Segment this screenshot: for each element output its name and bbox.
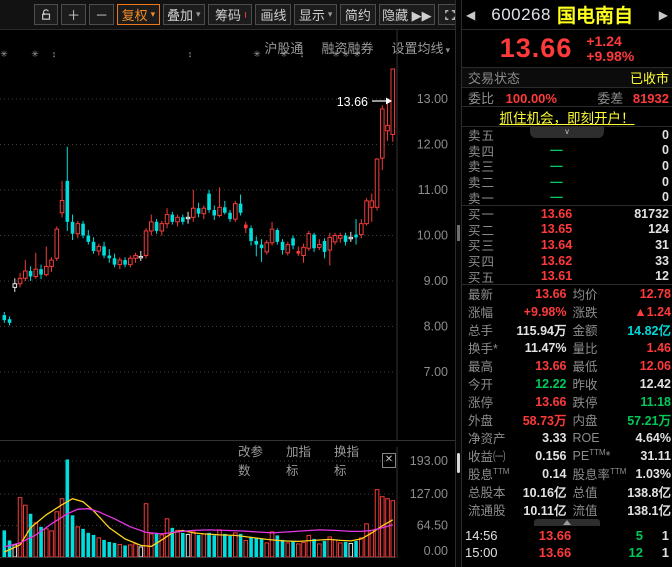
svg-text:0.00: 0.00	[424, 544, 448, 558]
stat-row: 总股本10.16亿总值138.8亿	[462, 483, 672, 501]
collapse-chevron-icon[interactable]: ∨	[530, 127, 604, 138]
svg-text:13.00: 13.00	[417, 92, 448, 106]
tick-row: 14:5613.6651	[462, 527, 672, 544]
buy-levels: 买一13.6681732买二13.65124买三13.6431买四13.6233…	[462, 206, 672, 284]
fuquan-button[interactable]: 复权▾	[117, 4, 159, 25]
svg-text:9.00: 9.00	[424, 274, 448, 288]
volume-chart[interactable]: 193.00 127.00 64.50 0.00	[0, 447, 455, 558]
chevron-down-icon: ▾	[151, 9, 156, 20]
display-button[interactable]: 显示▾	[294, 4, 336, 25]
chart-toolbar: ＋－复权▾叠加▾筹码画线显示▾简约隐藏 ▶▶	[0, 0, 462, 30]
level-row: 卖一—0	[462, 189, 672, 205]
stat-row: 涨停13.66跌停11.18	[462, 393, 672, 411]
quote-panel: ◀ 600268 国电南自 ▶ 13.66 +1.24 +9.98% 交易状态 …	[462, 0, 672, 567]
price-row: 13.66 +1.24 +9.98%	[462, 30, 672, 67]
panel-divider[interactable]	[455, 0, 462, 567]
svg-text:↕: ↕	[300, 49, 305, 59]
overlay-button[interactable]: 叠加▾	[163, 4, 205, 25]
stat-row: 最新13.66均价12.78	[462, 285, 672, 303]
svg-text:64.50: 64.50	[417, 519, 448, 533]
weibi-value: 100.00%	[506, 91, 557, 106]
level-row: 买五13.6112	[462, 268, 672, 284]
chevron-down-icon: ▾	[328, 9, 333, 20]
svg-text:✳: ✳	[280, 49, 288, 59]
weibi-row: 委比 100.00% 委差 81932	[462, 88, 672, 106]
svg-text:✳: ✳	[0, 49, 8, 59]
stats-grid: 最新13.66均价12.78涨幅+9.98%涨跌▲1.24总手115.94万金额…	[462, 285, 672, 519]
tick-list-handle[interactable]	[462, 519, 672, 527]
svg-text:✳: ✳	[353, 49, 361, 59]
svg-text:8.00: 8.00	[424, 320, 448, 334]
svg-text:11.00: 11.00	[418, 183, 448, 197]
trade-status-row: 交易状态 已收市	[462, 68, 672, 87]
change-percent: +9.98%	[586, 49, 634, 64]
stat-row: 最高13.66最低12.06	[462, 357, 672, 375]
svg-text:✳: ✳	[332, 49, 340, 59]
next-stock-arrow[interactable]: ▶	[657, 8, 670, 22]
stat-row: 涨幅+9.98%涨跌▲1.24	[462, 303, 672, 321]
last-price: 13.66	[500, 33, 573, 64]
chevron-down-icon: ▾	[196, 9, 201, 20]
weicha-value: 81932	[633, 91, 669, 106]
stat-row: 收益㈠0.156PETTM*31.11	[462, 447, 672, 465]
lock-button[interactable]	[34, 4, 58, 25]
weicha-label: 委差	[597, 91, 623, 106]
weibi-label: 委比	[468, 91, 494, 106]
svg-text:✳: ✳	[253, 49, 261, 59]
stat-row: 换手*11.47%量比1.46	[462, 339, 672, 357]
stat-row: 股息TTM0.14股息率TTM1.03%	[462, 465, 672, 483]
svg-text:✳: ✳	[342, 49, 350, 59]
divider-grip[interactable]	[457, 225, 460, 241]
quote-header: ◀ 600268 国电南自 ▶	[462, 0, 672, 29]
zoom-out-button[interactable]: －	[89, 4, 114, 25]
status-value: 已收市	[630, 68, 669, 87]
sell-levels: ∨ 卖五—0卖四—0卖三—0卖二—0卖一—0	[462, 127, 672, 205]
svg-text:✳: ✳	[31, 49, 39, 59]
price-change: +1.24 +9.98%	[586, 34, 634, 64]
stock-code: 600268	[491, 5, 551, 25]
stat-row: 外盘58.73万内盘57.21万	[462, 411, 672, 429]
triangle-up-icon	[563, 520, 571, 525]
stat-row: 净资产3.33ROE4.64%	[462, 429, 672, 447]
open-account-banner: 抓住机会，即刻开户！	[462, 107, 672, 126]
open-account-link[interactable]: 抓住机会，即刻开户！	[500, 107, 635, 127]
svg-text:↕: ↕	[188, 49, 193, 59]
stat-row: 总手115.94万金额14.82亿	[462, 321, 672, 339]
svg-text:12.00: 12.00	[417, 138, 448, 152]
svg-text:13.66: 13.66	[337, 95, 368, 109]
stock-name: 国电南自	[557, 1, 657, 28]
svg-text:193.00: 193.00	[410, 454, 448, 468]
change-value: +1.24	[586, 34, 634, 49]
drawline-button[interactable]: 画线	[255, 4, 291, 25]
svg-text:127.00: 127.00	[410, 487, 448, 501]
simple-button[interactable]: 简约	[340, 4, 376, 25]
tick-row: 15:0013.66121	[462, 544, 672, 561]
status-label: 交易状态	[468, 68, 520, 87]
svg-text:10.00: 10.00	[417, 229, 448, 243]
tick-list: 14:5613.665115:0013.66121	[462, 527, 672, 561]
divider-scroll-thumb[interactable]	[457, 453, 460, 473]
svg-text:↕: ↕	[52, 49, 57, 59]
candlestick-chart[interactable]: 13.0012.0011.0010.009.008.007.00✳✳↕↕✳✳↕✳…	[0, 30, 455, 440]
hide-button[interactable]: 隐藏 ▶▶	[379, 4, 435, 25]
stock-app-window: ＋－复权▾叠加▾筹码画线显示▾简约隐藏 ▶▶ 沪股通 融资融券 设置均线▾ 13…	[0, 0, 672, 567]
zoom-in-button[interactable]: ＋	[61, 4, 86, 25]
stat-row: 流通股10.11亿流值138.1亿	[462, 501, 672, 519]
chips-button[interactable]: 筹码	[208, 4, 252, 25]
prev-stock-arrow[interactable]: ◀	[464, 8, 477, 22]
svg-text:7.00: 7.00	[424, 365, 448, 379]
stat-row: 今开12.22昨收12.42	[462, 375, 672, 393]
